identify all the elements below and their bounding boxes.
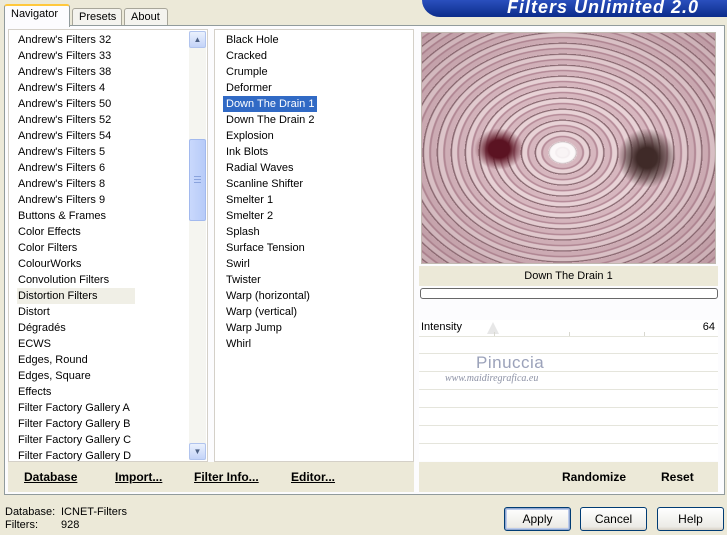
- filter-list-item[interactable]: Ink Blots: [223, 144, 317, 160]
- preview-toolbar: Randomize Reset: [419, 462, 718, 492]
- filter-list-item[interactable]: Down The Drain 2: [223, 112, 317, 128]
- filter-list-item[interactable]: Whirl: [223, 336, 317, 352]
- param-row-empty: [419, 410, 718, 426]
- category-list-item[interactable]: Color Filters: [17, 240, 135, 256]
- category-list-item[interactable]: Edges, Round: [17, 352, 135, 368]
- tab-strip: Navigator Presets About: [4, 4, 424, 27]
- scroll-thumb[interactable]: [189, 139, 206, 221]
- apply-button[interactable]: Apply: [504, 507, 571, 531]
- tab-about-label: About: [131, 11, 160, 23]
- filter-list-item[interactable]: Down The Drain 1: [223, 96, 318, 112]
- help-button[interactable]: Help: [657, 507, 724, 531]
- category-list-item[interactable]: Distort: [17, 304, 135, 320]
- filter-list-item[interactable]: Smelter 1: [223, 192, 317, 208]
- filter-info-button[interactable]: Filter Info...: [194, 470, 259, 484]
- intensity-label: Intensity: [421, 321, 462, 333]
- database-status-label: Database:: [5, 506, 56, 518]
- category-list-item[interactable]: Filter Factory Gallery D: [17, 448, 135, 461]
- category-list-item[interactable]: Filter Factory Gallery A: [17, 400, 135, 416]
- category-list-item[interactable]: Dégradés: [17, 320, 135, 336]
- scroll-up-button[interactable]: ▲: [189, 31, 206, 48]
- filter-list-item[interactable]: Explosion: [223, 128, 317, 144]
- category-list-item[interactable]: Andrew's Filters 52: [17, 112, 135, 128]
- category-list-item[interactable]: Convolution Filters: [17, 272, 135, 288]
- randomize-button[interactable]: Randomize: [562, 470, 626, 484]
- status-area: Database: ICNET-Filters Filters: 928: [5, 506, 127, 532]
- tab-navigator[interactable]: Navigator: [4, 4, 70, 27]
- database-status-value: ICNET-Filters: [61, 506, 127, 518]
- category-list-item[interactable]: Andrew's Filters 50: [17, 96, 135, 112]
- chevron-down-icon: ▼: [193, 447, 202, 456]
- filters-status-value: 928: [61, 519, 80, 531]
- tab-presets-label: Presets: [79, 11, 117, 23]
- filter-list-item[interactable]: Warp (vertical): [223, 304, 317, 320]
- category-list-item[interactable]: Andrew's Filters 8: [17, 176, 135, 192]
- list-toolbar: Database Import... Filter Info... Editor…: [8, 462, 414, 492]
- param-row-empty: [419, 392, 718, 408]
- category-list-item[interactable]: Andrew's Filters 6: [17, 160, 135, 176]
- filter-list-item[interactable]: Swirl: [223, 256, 317, 272]
- category-list-item[interactable]: Distortion Filters: [17, 288, 136, 304]
- slider-pointer[interactable]: [487, 322, 499, 334]
- category-list-item[interactable]: Filter Factory Gallery C: [17, 432, 135, 448]
- filter-list-item[interactable]: Surface Tension: [223, 240, 317, 256]
- preview-caption: Down The Drain 1: [419, 266, 718, 286]
- parameter-area: Intensity 64 Pinuccia www.maidiregrafica…: [419, 320, 718, 461]
- filter-list-item[interactable]: Smelter 2: [223, 208, 317, 224]
- filter-list-item[interactable]: Warp (horizontal): [223, 288, 317, 304]
- scroll-down-button[interactable]: ▼: [189, 443, 206, 460]
- category-list-item[interactable]: Filter Factory Gallery B: [17, 416, 135, 432]
- category-list-item[interactable]: Andrew's Filters 9: [17, 192, 135, 208]
- filter-items: Black Hole Cracked Crumple Deformer Down The…: [223, 32, 318, 352]
- filter-list-item[interactable]: Scanline Shifter: [223, 176, 317, 192]
- param-row-empty: [419, 356, 718, 372]
- category-list-item[interactable]: Andrew's Filters 38: [17, 64, 135, 80]
- filter-list-item[interactable]: Black Hole: [223, 32, 317, 48]
- editor-button[interactable]: Editor...: [291, 470, 335, 484]
- category-list[interactable]: Andrew's Filters 32 Andrew's Filters 33 An…: [8, 29, 208, 462]
- intensity-value: 64: [702, 321, 715, 333]
- param-row-empty: [419, 338, 718, 354]
- filter-list-item[interactable]: Crumple: [223, 64, 317, 80]
- category-list-item[interactable]: Andrew's Filters 4: [17, 80, 135, 96]
- app-title: Filters Unlimited 2.0: [506, 0, 699, 17]
- category-list-item[interactable]: Effects: [17, 384, 135, 400]
- filter-list-item[interactable]: Deformer: [223, 80, 317, 96]
- category-list-item[interactable]: Andrew's Filters 5: [17, 144, 135, 160]
- chevron-up-icon: ▲: [193, 35, 202, 44]
- filter-list-item[interactable]: Cracked: [223, 48, 317, 64]
- cancel-button[interactable]: Cancel: [580, 507, 647, 531]
- category-list-item[interactable]: Andrew's Filters 33: [17, 48, 135, 64]
- intensity-slider[interactable]: Intensity 64: [419, 320, 718, 337]
- watermark-name: Pinuccia: [476, 353, 545, 372]
- category-items: Andrew's Filters 32 Andrew's Filters 33 An…: [17, 32, 136, 461]
- watermark-url: www.maidiregrafica.eu: [445, 373, 539, 384]
- database-button[interactable]: Database: [24, 470, 77, 484]
- category-list-item[interactable]: ColourWorks: [17, 256, 135, 272]
- filter-list-item[interactable]: Splash: [223, 224, 317, 240]
- tab-navigator-label: Navigator: [11, 8, 59, 20]
- category-list-item[interactable]: ECWS: [17, 336, 135, 352]
- progress-bar: [420, 288, 718, 299]
- filter-list-item[interactable]: Twister: [223, 272, 317, 288]
- category-list-item[interactable]: Buttons & Frames: [17, 208, 135, 224]
- preview-image: [421, 32, 716, 264]
- filters-status-label: Filters:: [5, 519, 38, 531]
- param-row-empty: [419, 428, 718, 444]
- category-list-item[interactable]: Andrew's Filters 54: [17, 128, 135, 144]
- filter-list[interactable]: Black Hole Cracked Crumple Deformer Down The…: [214, 29, 414, 462]
- category-list-item[interactable]: Color Effects: [17, 224, 135, 240]
- filter-list-item[interactable]: Radial Waves: [223, 160, 317, 176]
- import-button[interactable]: Import...: [115, 470, 162, 484]
- title-banner: Filters Unlimited 2.0: [422, 0, 727, 17]
- category-list-item[interactable]: Edges, Square: [17, 368, 135, 384]
- category-list-item[interactable]: Andrew's Filters 32: [17, 32, 135, 48]
- reset-button[interactable]: Reset: [661, 470, 694, 484]
- category-scrollbar[interactable]: ▲ ▼: [189, 31, 206, 460]
- filter-list-item[interactable]: Warp Jump: [223, 320, 317, 336]
